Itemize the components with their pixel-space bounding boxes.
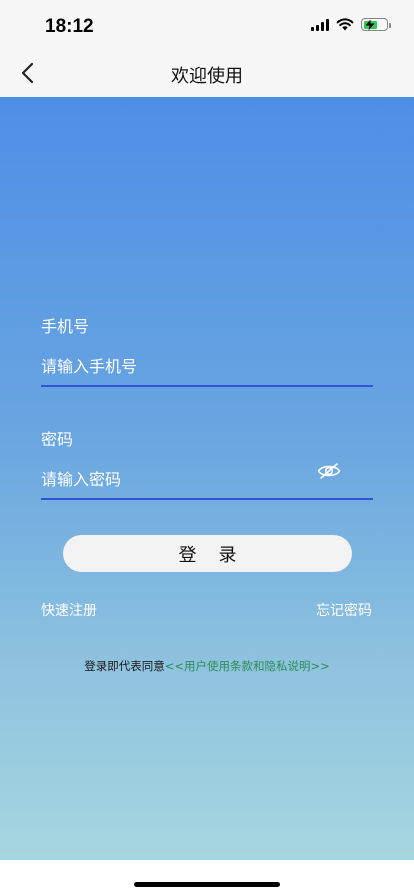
login-button[interactable]: 登录 — [63, 535, 352, 572]
battery-charging-icon — [361, 18, 391, 31]
phone-underline — [41, 385, 373, 387]
forgot-password-link[interactable]: 忘记密码 — [316, 600, 372, 620]
nav-bar: 欢迎使用 — [0, 50, 414, 97]
bottom-area — [0, 860, 414, 896]
terms-privacy-link[interactable]: <<用户使用条款和隐私说明>> — [165, 659, 330, 673]
register-link[interactable]: 快速注册 — [41, 600, 97, 620]
password-underline — [41, 498, 373, 500]
login-panel: 手机号 密码 登录 快速注册 忘记密码 登录即代表同意<<用户使用条款和隐私说明… — [0, 97, 414, 860]
agreement-notice: 登录即代表同意<<用户使用条款和隐私说明>> — [0, 658, 414, 674]
phone-field-group: 手机号 — [41, 313, 373, 387]
signal-icon — [311, 18, 329, 31]
password-label: 密码 — [41, 430, 74, 449]
status-bar: 18:12 — [0, 0, 414, 50]
password-field-group: 密码 — [41, 426, 373, 500]
page-title: 欢迎使用 — [171, 66, 243, 87]
home-indicator[interactable] — [134, 882, 280, 887]
phone-label: 手机号 — [41, 317, 90, 336]
agreement-text: 登录即代表同意 — [84, 659, 165, 673]
eye-icon[interactable] — [317, 462, 341, 480]
wifi-icon — [336, 18, 354, 31]
status-time: 18:12 — [45, 16, 94, 37]
status-icons — [311, 18, 391, 31]
phone-input[interactable] — [41, 351, 373, 381]
